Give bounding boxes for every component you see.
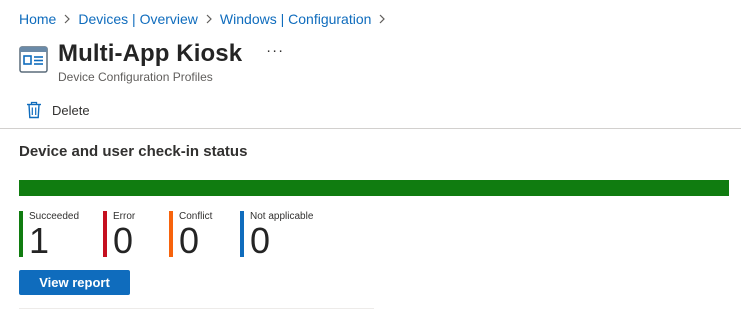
delete-label: Delete xyxy=(52,102,90,118)
stat-value: 0 xyxy=(250,220,271,261)
divider xyxy=(19,308,374,309)
stat-color-bar xyxy=(169,211,173,257)
more-options-icon[interactable]: ··· xyxy=(266,43,284,62)
breadcrumb-devices-overview[interactable]: Devices | Overview xyxy=(78,11,198,27)
page-subtitle: Device Configuration Profiles xyxy=(58,70,213,84)
divider xyxy=(0,128,741,129)
progress-fill-succeeded xyxy=(19,180,729,196)
breadcrumb: Home Devices | Overview Windows | Config… xyxy=(19,10,393,28)
view-report-button[interactable]: View report xyxy=(19,270,130,295)
delete-button[interactable]: Delete xyxy=(26,101,90,119)
stat-color-bar xyxy=(19,211,23,257)
breadcrumb-windows-configuration[interactable]: Windows | Configuration xyxy=(220,11,371,27)
stat-color-bar xyxy=(240,211,244,257)
chevron-right-icon xyxy=(371,10,393,28)
stat-value: 1 xyxy=(29,220,50,261)
checkin-progress-bar xyxy=(19,180,729,196)
page-title: Multi-App Kiosk xyxy=(58,40,243,67)
page-header: Multi-App Kiosk ··· Device Configuration… xyxy=(19,40,284,84)
chevron-right-icon xyxy=(56,10,78,28)
breadcrumb-home[interactable]: Home xyxy=(19,11,56,27)
stat-value: 0 xyxy=(113,220,134,261)
configuration-profile-icon xyxy=(19,45,49,75)
trash-icon xyxy=(26,101,42,119)
stat-value: 0 xyxy=(179,220,200,261)
stat-color-bar xyxy=(103,211,107,257)
section-title: Device and user check-in status xyxy=(19,143,248,160)
chevron-right-icon xyxy=(198,10,220,28)
